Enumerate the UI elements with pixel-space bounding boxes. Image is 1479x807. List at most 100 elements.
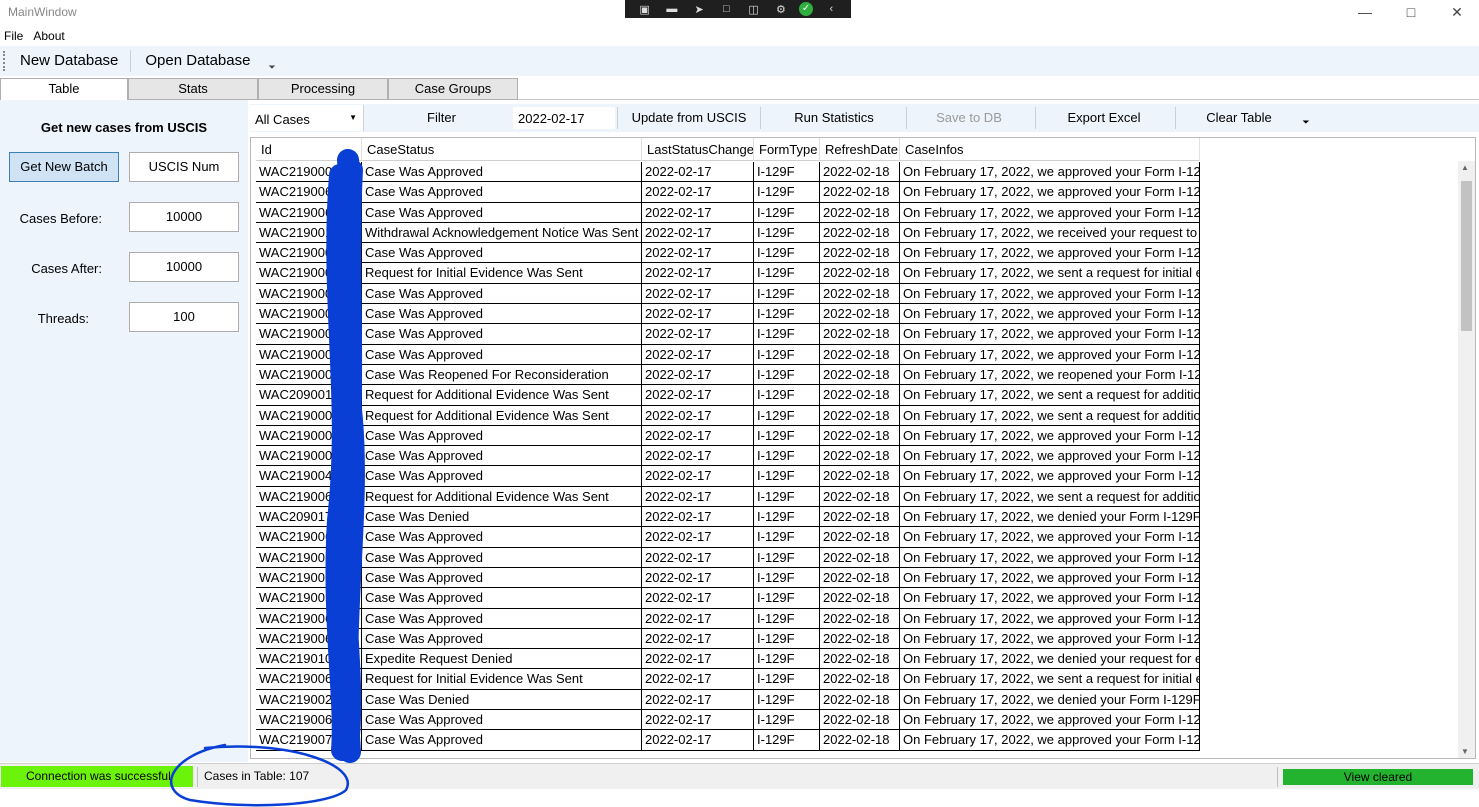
filter-date-input[interactable]: 2022-02-17 <box>513 107 615 129</box>
table-cell: 2022-02-18 <box>820 283 900 304</box>
table-cell: 2022-02-18 <box>820 425 900 446</box>
pointer-icon[interactable]: ➤ <box>690 3 708 16</box>
table-row[interactable]: WAC2190005 Case Was Approved 2022-02-17 I-1… <box>256 425 1200 447</box>
collapse-icon[interactable]: ‹ <box>822 3 840 15</box>
settings-icon[interactable]: ⚙ <box>772 3 790 16</box>
toolbar-overflow-icon[interactable]: ⏷ <box>268 62 275 73</box>
scroll-down-icon[interactable]: ▼ <box>1461 747 1469 756</box>
table-row[interactable]: WAC2190071 Case Was Approved 2022-02-17 I-1… <box>256 730 1200 751</box>
table-row[interactable]: WAC2190060 Case Was Approved 2022-02-17 I-1… <box>256 547 1200 568</box>
scroll-thumb[interactable] <box>1461 181 1472 331</box>
column-header-laststatuschange[interactable]: LastStatusChange <box>642 138 754 161</box>
menu-about[interactable]: About <box>29 28 70 46</box>
column-header-casestatus[interactable]: CaseStatus <box>362 138 642 161</box>
table-cell: I-129F <box>754 567 820 588</box>
table-row[interactable]: WAC2190060 Case Was Approved 2022-02-17 I-1… <box>256 608 1200 629</box>
record-icon[interactable]: ▬ <box>663 3 681 15</box>
table-row[interactable]: WAC2190012 Withdrawal Acknowledgement Not… <box>256 222 1200 244</box>
table-row[interactable]: WAC2190005 Request for Initial Evidence W… <box>256 263 1200 284</box>
table-cell: WAC2190063 <box>256 182 362 202</box>
tab-stats[interactable]: Stats <box>128 78 258 100</box>
uscis-num-button[interactable]: USCIS Num <box>129 152 239 182</box>
update-from-uscis-button[interactable]: Update from USCIS <box>626 104 752 132</box>
table-cell: I-129F <box>754 689 820 710</box>
table-row[interactable]: WAC2190006 Case Was Approved 2022-02-17 I-1… <box>256 243 1200 264</box>
table-cell: WAC2190007 <box>256 446 362 466</box>
case-filter-combo[interactable]: All Cases ▼ <box>250 105 364 131</box>
clear-table-button[interactable]: Clear Table <box>1180 104 1298 132</box>
window-select-icon[interactable]: □ <box>717 3 735 15</box>
filter-overflow-icon[interactable]: ⏷ <box>1300 108 1312 136</box>
menu-file[interactable]: File <box>0 28 29 46</box>
table-cell: WAC2190065 <box>256 202 362 222</box>
table-row[interactable]: WAC2190062 Case Was Approved 2022-02-17 I-1… <box>256 527 1200 548</box>
export-excel-button[interactable]: Export Excel <box>1040 104 1168 132</box>
column-header-id[interactable]: Id <box>256 138 362 161</box>
table-row[interactable]: WAC2190065 Request for Initial Evidence W… <box>256 669 1200 690</box>
table-row[interactable]: WAC2190048 Case Was Approved 2022-02-17 I-1… <box>256 466 1200 487</box>
table-row[interactable]: WAC2190008 Case Was Approved 2022-02-17 I-1… <box>256 162 1200 183</box>
scroll-up-icon[interactable]: ▲ <box>1461 163 1469 172</box>
table-row[interactable]: WAC2190006 Request for Additional Evidenc… <box>256 405 1200 426</box>
table-cell: I-129F <box>754 669 820 689</box>
separator <box>906 107 907 129</box>
table-cell: WAC2190005 <box>256 425 362 446</box>
column-header-caseinfos[interactable]: CaseInfos <box>900 138 1200 161</box>
save-to-db-button[interactable]: Save to DB <box>910 104 1028 132</box>
table-row[interactable]: WAC2190006 Case Was Approved 2022-02-17 I-1… <box>256 304 1200 325</box>
table-row[interactable]: WAC2090015 Request for Additional Evidenc… <box>256 385 1200 406</box>
table-cell: Case Was Approved <box>362 588 642 608</box>
table-row[interactable]: WAC2190063 Case Was Approved 2022-02-17 I-1… <box>256 628 1200 650</box>
screenshot-icon[interactable]: ▣ <box>636 3 654 16</box>
monitor-icon[interactable]: ◫ <box>745 3 763 16</box>
maximize-icon[interactable]: □ <box>1388 0 1434 24</box>
table-row[interactable]: WAC2190063 Case Was Approved 2022-02-17 I-1… <box>256 182 1200 203</box>
table-cell: Expedite Request Denied <box>362 649 642 669</box>
table-row[interactable]: WAC2090171 Case Was Denied 2022-02-17 I-129… <box>256 507 1200 528</box>
table-cell: 2022-02-18 <box>820 304 900 324</box>
table-cell: I-129F <box>754 283 820 304</box>
run-statistics-button[interactable]: Run Statistics <box>769 104 899 132</box>
table-cell: 2022-02-17 <box>642 689 754 710</box>
table-row[interactable]: WAC2190007 Case Was Approved 2022-02-17 I-1… <box>256 446 1200 467</box>
table-cell: On February 17, 2022, we approved your F… <box>900 344 1200 364</box>
table-cell: I-129F <box>754 425 820 446</box>
new-database-button[interactable]: New Database <box>6 47 130 75</box>
table-row[interactable]: WAC2190059 Case Was Approved 2022-02-17 I-1… <box>256 588 1200 609</box>
table-cell: Withdrawal Acknowledgement Notice Was Se… <box>362 222 642 243</box>
cases-grid[interactable]: Id CaseStatus LastStatusChange FormType Refr… <box>250 137 1476 759</box>
table-cell: WAC2190006 <box>256 304 362 324</box>
table-cell: WAC2190012 <box>256 222 362 243</box>
table-cell: 2022-02-18 <box>820 466 900 486</box>
tab-table[interactable]: Table <box>0 78 128 101</box>
cases-before-input[interactable]: 10000 <box>129 202 239 232</box>
open-database-button[interactable]: Open Database <box>131 47 262 75</box>
table-row[interactable]: WAC2190065 Case Was Approved 2022-02-17 I-1… <box>256 202 1200 223</box>
table-row[interactable]: WAC2190006 Case Was Approved 2022-02-17 I-1… <box>256 324 1200 345</box>
cases-after-input[interactable]: 10000 <box>129 252 239 282</box>
table-row[interactable]: WAC2190006 Case Was Approved 2022-02-17 I-1… <box>256 344 1200 365</box>
table-row[interactable]: WAC2190003 Case Was Approved 2022-02-17 I-1… <box>256 283 1200 305</box>
title-bar: MainWindow ▣ ▬ ➤ □ ◫ ⚙ ✓ ‹ — □ ✕ <box>0 0 1479 28</box>
table-row[interactable]: WAC2190029 Case Was Denied 2022-02-17 I-129… <box>256 689 1200 711</box>
check-icon[interactable]: ✓ <box>799 2 814 16</box>
get-new-batch-button[interactable]: Get New Batch <box>9 152 119 182</box>
table-row[interactable]: WAC2190066 Request for Additional Evidenc… <box>256 486 1200 508</box>
vertical-scrollbar[interactable]: ▲ ▼ <box>1458 161 1475 758</box>
tab-processing[interactable]: Processing <box>258 78 388 100</box>
close-icon[interactable]: ✕ <box>1434 0 1479 24</box>
table-row[interactable]: WAC2190064 Case Was Approved 2022-02-17 I-1… <box>256 710 1200 731</box>
threads-input[interactable]: 100 <box>129 302 239 332</box>
table-row[interactable]: WAC2190001 Case Was Reopened For Reconsid… <box>256 364 1200 386</box>
minimize-icon[interactable]: — <box>1342 0 1388 24</box>
tab-case-groups[interactable]: Case Groups <box>388 78 518 100</box>
table-cell: WAC2190065 <box>256 669 362 689</box>
column-header-refreshdate[interactable]: RefreshDate <box>820 138 900 161</box>
table-row[interactable]: WAC2190107 Expedite Request Denied 2022-02… <box>256 649 1200 670</box>
table-cell: WAC2190005 <box>256 263 362 283</box>
table-cell: On February 17, 2022, we approved your F… <box>900 304 1200 324</box>
table-row[interactable]: WAC2190065 Case Was Approved 2022-02-17 I-1… <box>256 567 1200 589</box>
table-cell: 2022-02-18 <box>820 324 900 344</box>
column-header-formtype[interactable]: FormType <box>754 138 820 161</box>
table-cell: On February 17, 2022, we approved your F… <box>900 710 1200 730</box>
